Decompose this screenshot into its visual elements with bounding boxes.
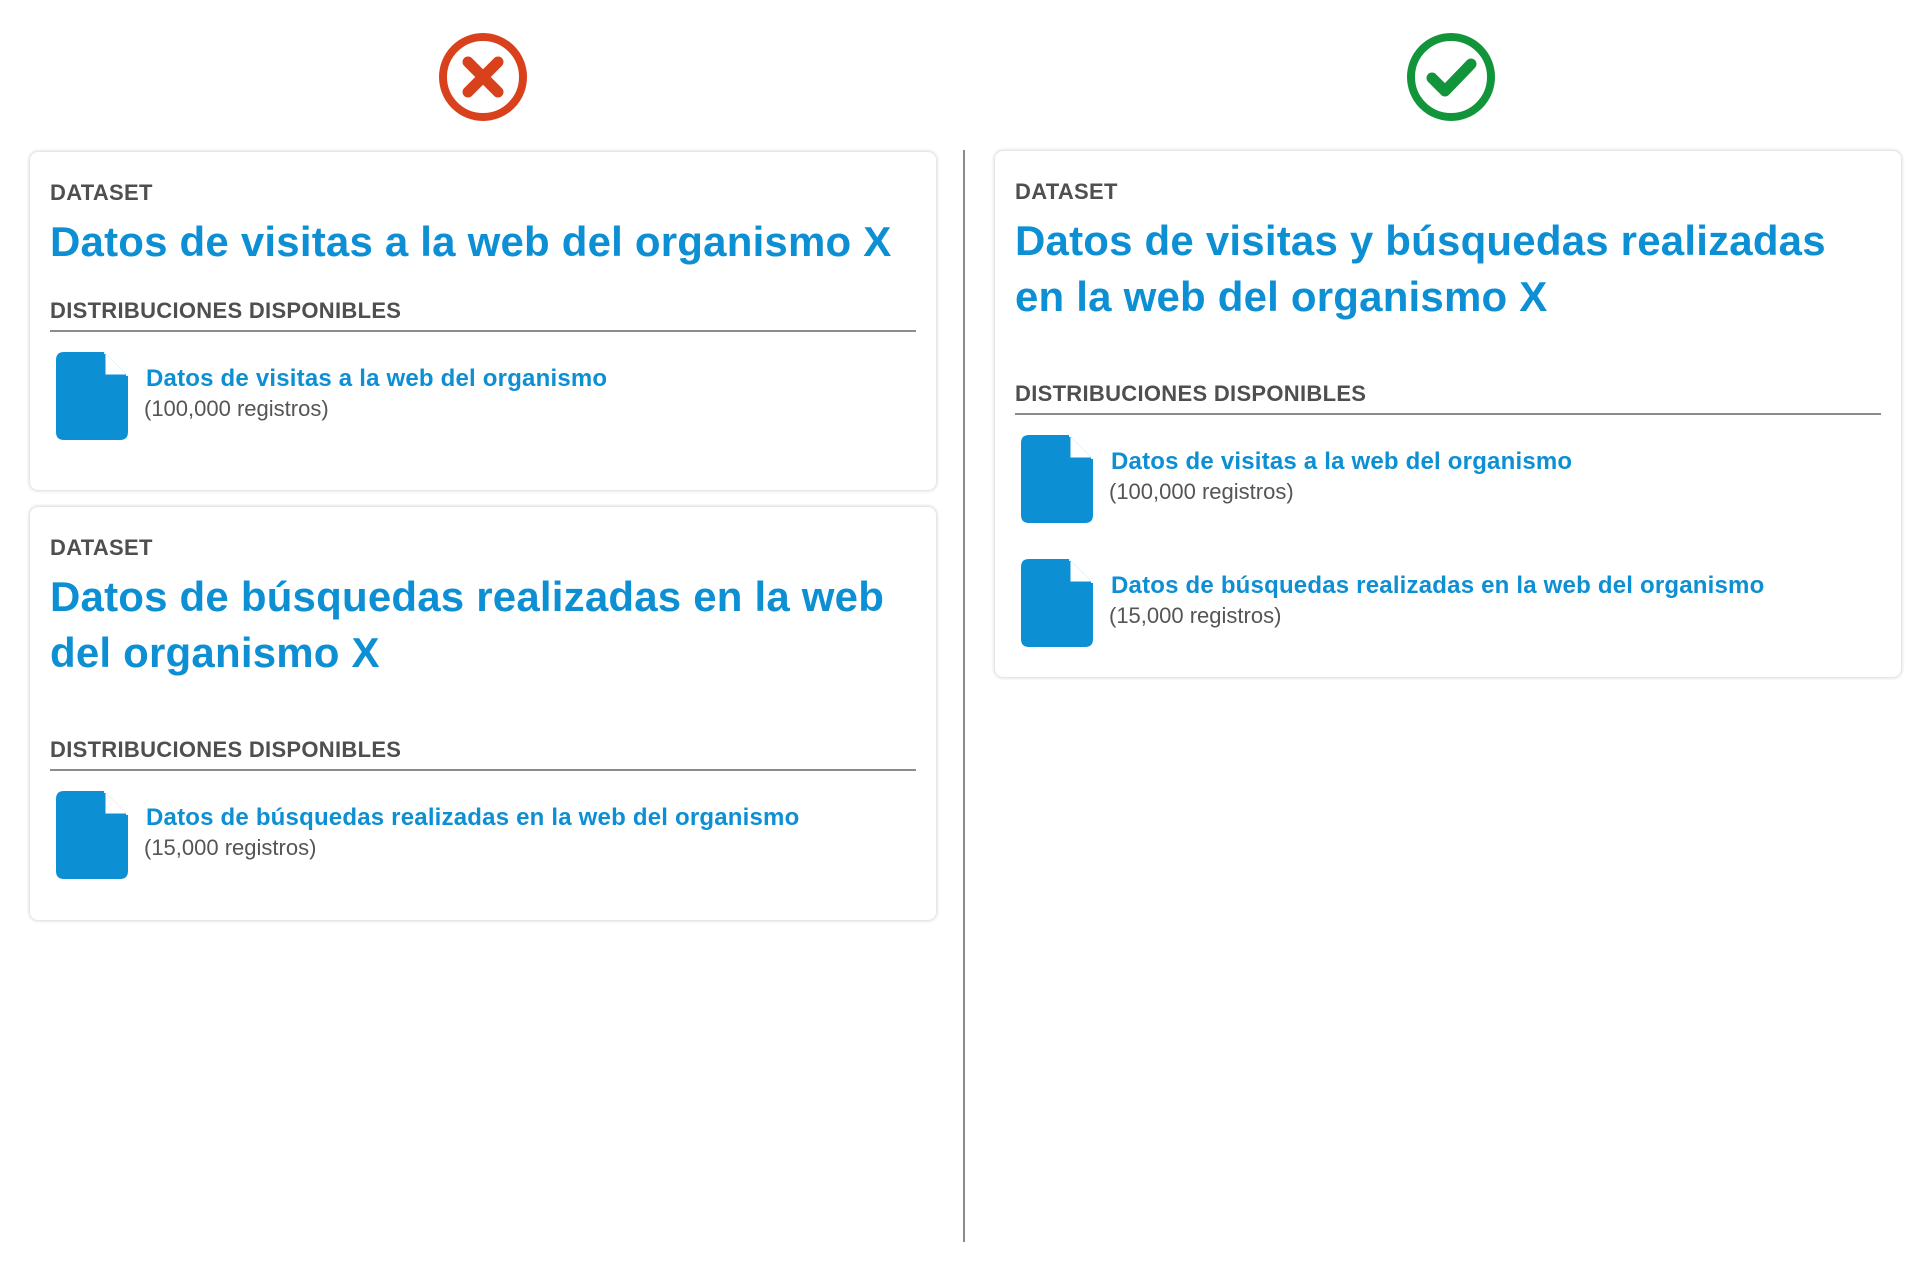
distributions-heading: DISTRIBUCIONES DISPONIBLES: [50, 298, 916, 332]
distribution-link[interactable]: Datos de visitas a la web del organismo: [1111, 447, 1572, 477]
dataset-card-searches: DATASET Datos de búsquedas realizadas en…: [30, 507, 936, 920]
cross-circle-icon: [437, 31, 529, 123]
dataset-title[interactable]: Datos de visitas a la web del organismo …: [50, 214, 916, 270]
distributions-heading: DISTRIBUCIONES DISPONIBLES: [50, 737, 916, 771]
distributions-heading: DISTRIBUCIONES DISPONIBLES: [1015, 381, 1881, 415]
distribution-item: Datos de búsquedas realizadas en la web …: [50, 791, 916, 915]
wrong-example-column: DATASET Datos de visitas a la web del or…: [0, 0, 962, 1270]
distribution-record-count: (15,000 registros): [1109, 603, 1282, 628]
dataset-card-visits-and-searches: DATASET Datos de visitas y búsquedas rea…: [995, 151, 1901, 677]
file-icon: [56, 352, 128, 440]
distribution-record-count: (100,000 registros): [144, 396, 329, 421]
distribution-list: Datos de búsquedas realizadas en la web …: [50, 791, 916, 915]
distribution-record-count: (15,000 registros): [144, 835, 317, 860]
distribution-item: Datos de visitas a la web del organismo …: [1015, 435, 1881, 559]
distribution-list: Datos de visitas a la web del organismo …: [50, 352, 916, 476]
distribution-item: Datos de búsquedas realizadas en la web …: [1015, 559, 1881, 683]
file-icon: [1021, 435, 1093, 523]
right-example-column: DATASET Datos de visitas y búsquedas rea…: [962, 0, 1924, 1270]
distribution-item: Datos de visitas a la web del organismo …: [50, 352, 916, 476]
distribution-link[interactable]: Datos de búsquedas realizadas en la web …: [146, 803, 799, 833]
distribution-record-count: (100,000 registros): [1109, 479, 1294, 504]
dataset-card-visits: DATASET Datos de visitas a la web del or…: [30, 152, 936, 490]
dataset-kicker: DATASET: [50, 535, 153, 560]
dataset-kicker: DATASET: [50, 180, 153, 205]
dataset-title[interactable]: Datos de búsquedas realizadas en la web …: [50, 569, 916, 681]
dataset-title[interactable]: Datos de visitas y búsquedas realizadas …: [1015, 213, 1881, 325]
file-icon: [56, 791, 128, 879]
check-circle-icon: [1405, 31, 1497, 123]
distribution-list: Datos de visitas a la web del organismo …: [1015, 435, 1881, 683]
distribution-link[interactable]: Datos de búsquedas realizadas en la web …: [1111, 571, 1764, 601]
file-icon: [1021, 559, 1093, 647]
distribution-link[interactable]: Datos de visitas a la web del organismo: [146, 364, 607, 394]
dataset-kicker: DATASET: [1015, 179, 1118, 204]
